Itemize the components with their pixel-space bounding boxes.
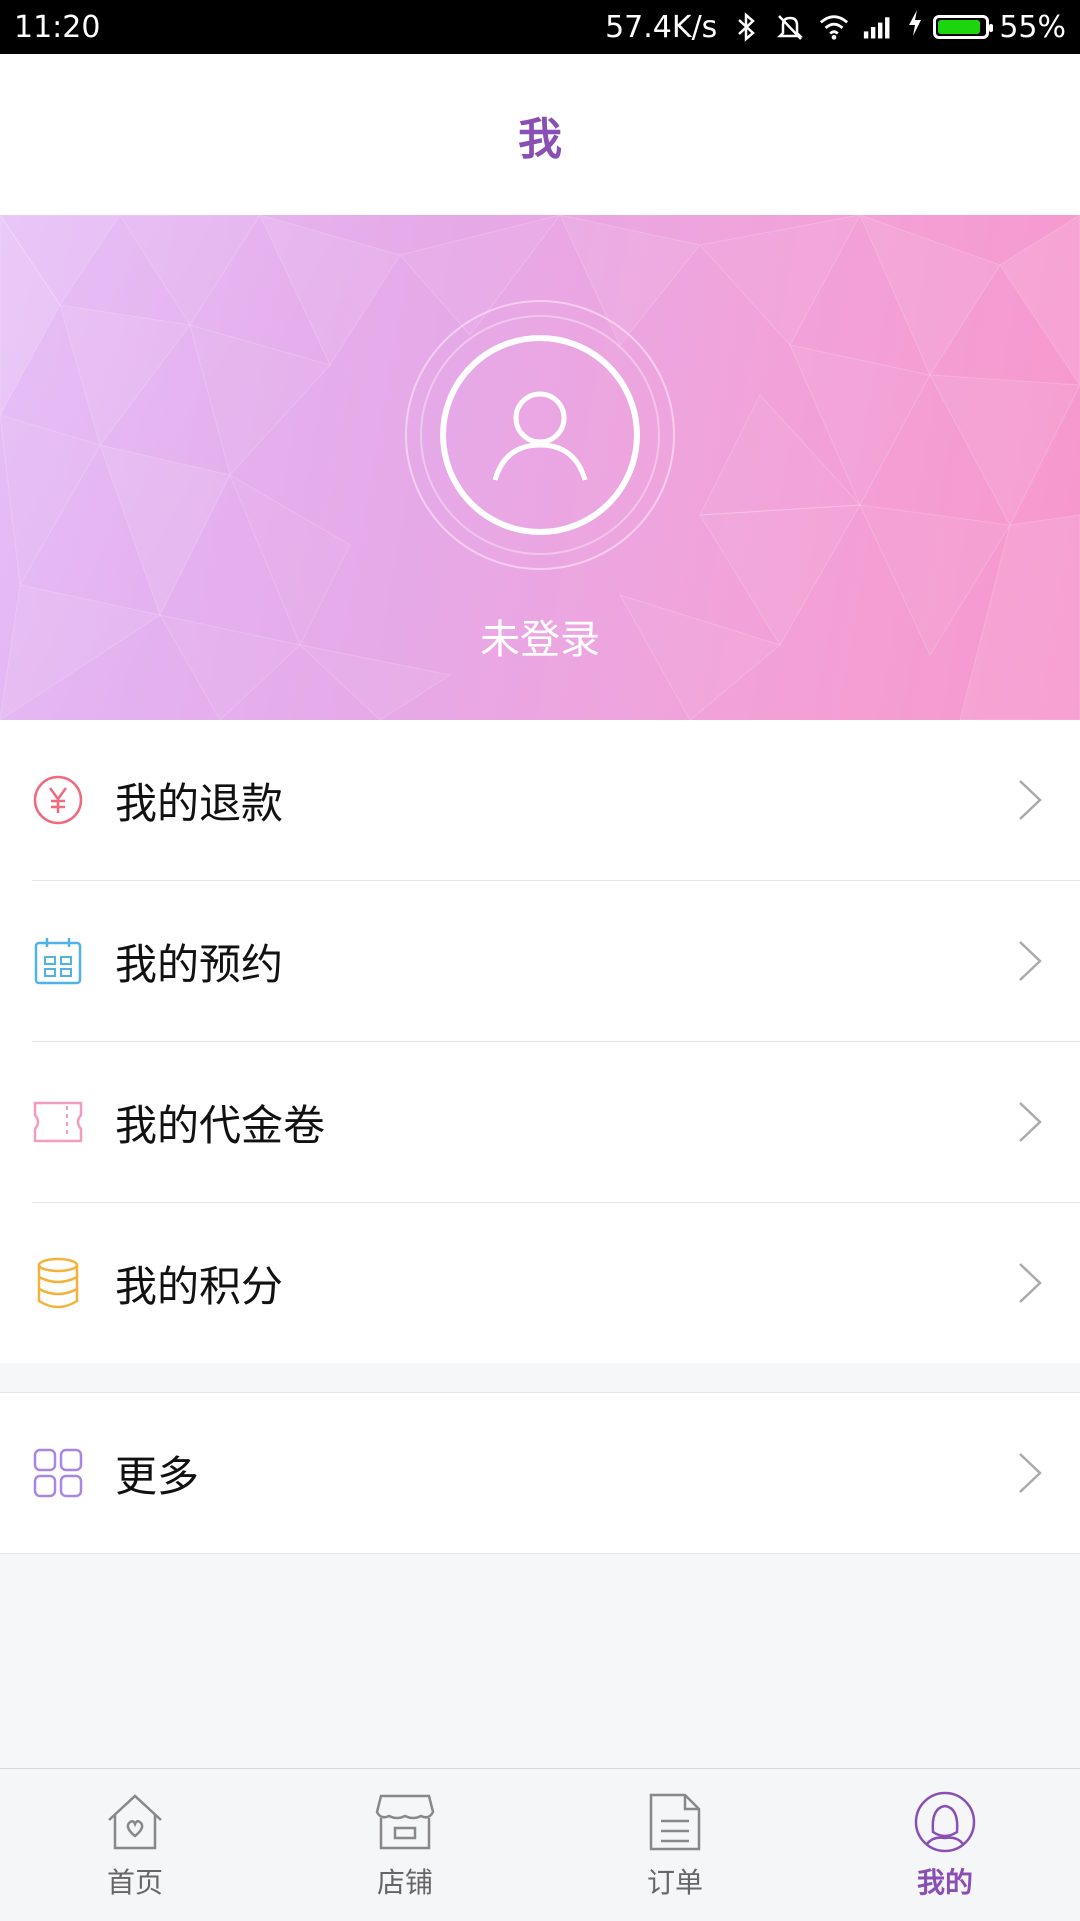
ticket-icon [28,1092,88,1152]
menu-item-label: 我的积分 [115,1261,284,1311]
coins-icon [28,1253,88,1313]
menu-item-refund[interactable]: 我的退款 [0,720,1080,880]
tab-store[interactable]: 店铺 [270,1769,540,1921]
chevron-right-icon [1010,770,1050,830]
chevron-right-icon [1010,1443,1050,1503]
bottom-tab-bar: 首页 店铺 订单 我的 [0,1768,1080,1921]
bluetooth-icon [731,12,761,42]
chevron-right-icon [1010,1253,1050,1313]
tab-label: 我的 [916,1866,973,1899]
battery-percent: 55% [999,9,1066,45]
tab-label: 店铺 [376,1866,433,1899]
avatar[interactable] [400,295,680,575]
page-title: 我 [518,113,562,165]
grid-icon [28,1443,88,1503]
yen-icon [28,770,88,830]
tab-home[interactable]: 首页 [0,1769,270,1921]
menu-item-points[interactable]: 我的积分 [0,1203,1080,1363]
menu-item-appointment[interactable]: 我的预约 [0,881,1080,1041]
tab-label: 首页 [106,1866,163,1899]
chevron-right-icon [1010,931,1050,991]
status-bar: 11:20 57.4K/s 55% [0,0,1080,54]
charging-icon [907,9,923,45]
page-header: 我 [0,54,1080,215]
tab-label: 订单 [646,1866,703,1899]
home-icon [102,1789,168,1855]
net-speed: 57.4K/s [605,9,718,45]
menu-item-label: 更多 [115,1451,200,1501]
wifi-icon [819,12,849,42]
status-icons: 57.4K/s 55% [605,9,1066,45]
battery-indicator: 55% [907,9,1066,45]
mute-icon [775,12,805,42]
menu-item-label: 我的代金卷 [115,1100,326,1150]
menu-item-voucher[interactable]: 我的代金卷 [0,1042,1080,1202]
chevron-right-icon [1010,1092,1050,1152]
tab-orders[interactable]: 订单 [540,1769,810,1921]
user-icon [492,391,588,481]
menu-item-label: 我的预约 [115,939,284,989]
profile-icon [912,1789,978,1855]
calendar-icon [28,931,88,991]
battery-fill [938,20,980,34]
menu-item-label: 我的退款 [115,778,284,828]
avatar-circle [440,335,640,535]
menu-item-more[interactable]: 更多 [0,1393,1080,1553]
battery-icon [933,15,994,39]
profile-banner: 未登录 [0,215,1080,720]
signal-icon [863,12,893,42]
order-icon [642,1789,708,1855]
store-icon [372,1789,438,1855]
menu-list-more: 更多 [0,1392,1080,1554]
login-status[interactable]: 未登录 [0,607,1080,665]
menu-list: 我的退款 我的预约 我的代金卷 我的积分 [0,720,1080,1363]
tab-profile[interactable]: 我的 [810,1769,1080,1921]
status-time: 11:20 [14,9,101,45]
